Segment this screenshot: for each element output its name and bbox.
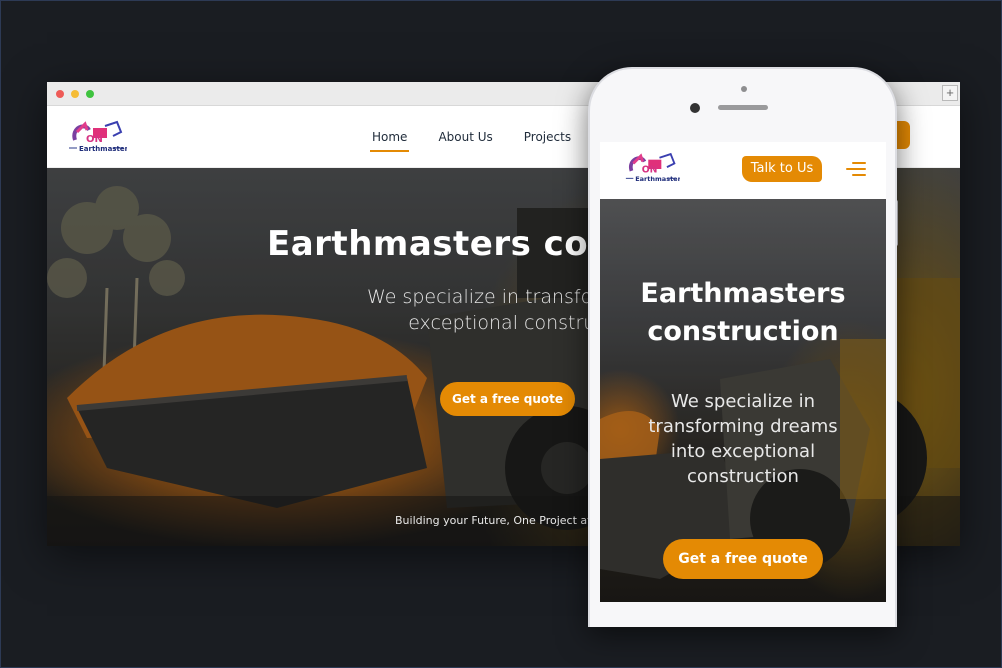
hero-tagline: Building your Future, One Project at a: [395, 514, 602, 527]
mobile-hero-section: Earthmasters construction We specialize …: [600, 199, 886, 602]
minimize-window-dot[interactable]: [71, 90, 79, 98]
mobile-hero-subtitle-line-3: into exceptional: [670, 441, 816, 462]
mobile-earthmasters-logo[interactable]: ON Earthmasters: [624, 150, 685, 188]
logo-icon: ON Earthmasters: [69, 120, 132, 153]
hero-subtitle-line-2: exceptional construc: [408, 312, 606, 334]
close-window-dot[interactable]: [56, 90, 64, 98]
mobile-header: ON Earthmasters Talk to Us: [600, 142, 886, 199]
mobile-logo-icon: ON Earthmasters: [625, 152, 685, 183]
svg-text:ON: ON: [642, 165, 658, 176]
maximize-window-dot[interactable]: [86, 90, 94, 98]
new-tab-button[interactable]: +: [942, 85, 958, 101]
phone-mockup: ON Earthmasters Talk to Us Earthmasters …: [588, 67, 897, 627]
mobile-hero-subtitle-line-1: We specialize in: [671, 391, 815, 412]
hamburger-menu-icon[interactable]: [846, 161, 866, 177]
mobile-hero-subtitle: We specialize in transforming dreams int…: [638, 389, 848, 489]
mobile-hero-title-line-1: Earthmasters: [640, 278, 846, 309]
nav-about-us[interactable]: About Us: [438, 130, 492, 144]
svg-text:Earthmasters: Earthmasters: [635, 175, 680, 183]
mobile-hero-subtitle-line-4: construction: [687, 466, 799, 487]
nav-projects[interactable]: Projects: [524, 130, 571, 144]
mobile-site-screen: ON Earthmasters Talk to Us Earthmasters …: [600, 142, 886, 602]
mobile-hero-title-line-2: construction: [647, 316, 839, 347]
mobile-hero-subtitle-line-2: transforming dreams: [648, 416, 838, 437]
svg-text:Earthmasters: Earthmasters: [79, 145, 127, 153]
mobile-get-free-quote-button[interactable]: Get a free quote: [663, 539, 823, 579]
nav-home[interactable]: Home: [369, 130, 410, 152]
hero-title: Earthmasters cons: [267, 224, 634, 264]
earthmasters-logo[interactable]: ON Earthmasters: [67, 118, 132, 158]
phone-speaker: [718, 105, 768, 110]
mobile-talk-to-us-button[interactable]: Talk to Us: [742, 156, 822, 182]
get-free-quote-button[interactable]: Get a free quote: [440, 382, 575, 416]
phone-camera: [690, 103, 700, 113]
mobile-hero-title: Earthmasters construction: [600, 275, 886, 351]
svg-text:ON: ON: [86, 134, 103, 145]
phone-sensor: [741, 86, 747, 92]
